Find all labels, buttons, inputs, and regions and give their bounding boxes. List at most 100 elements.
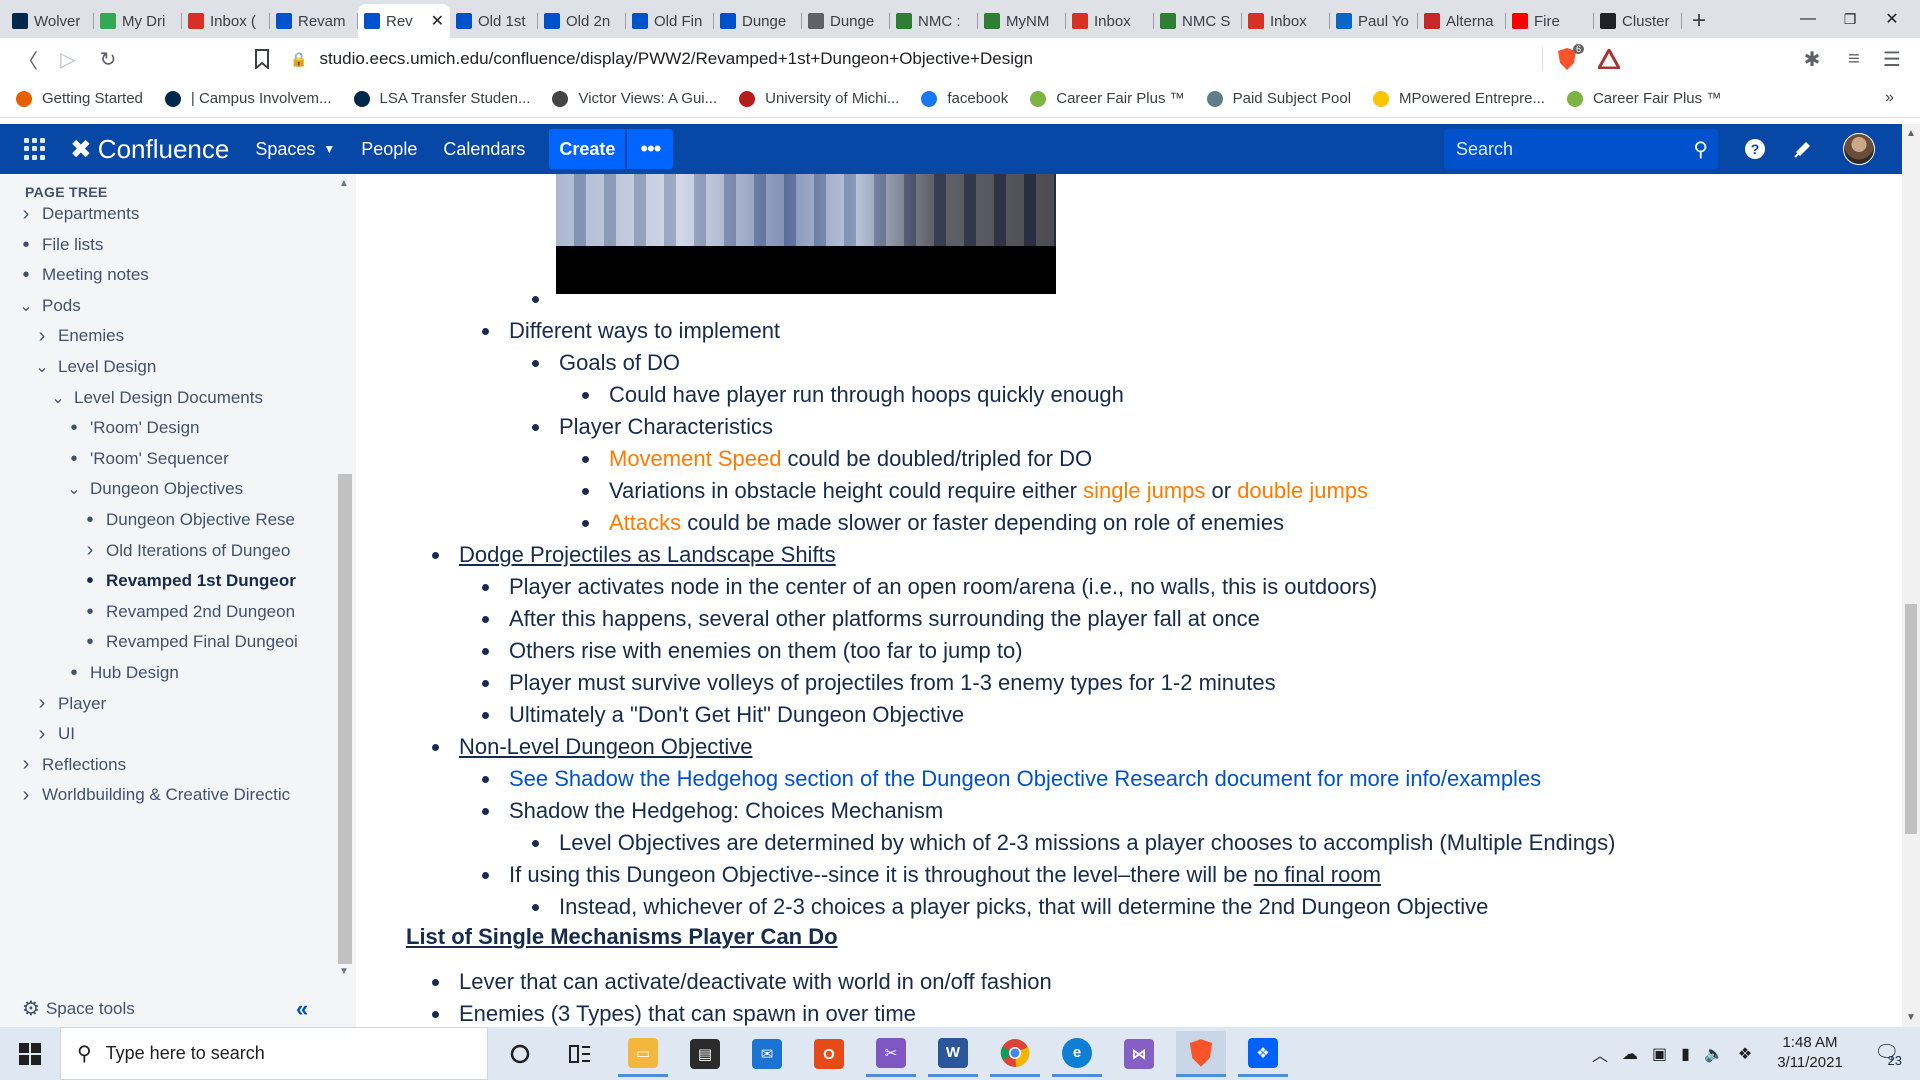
create-button[interactable]: Create bbox=[549, 129, 626, 169]
browser-tab[interactable]: Dunge bbox=[802, 4, 890, 38]
browser-tab[interactable]: Fire bbox=[1506, 4, 1594, 38]
page-tree-item[interactable]: › Enemies bbox=[34, 321, 336, 351]
page-tree-item[interactable]: • Revamped Final Dungeoi bbox=[82, 627, 336, 657]
meet-now-icon[interactable]: ▣ bbox=[1652, 1044, 1667, 1064]
back-button[interactable]: 〈 bbox=[8, 41, 48, 77]
url-field[interactable]: 🔒 studio.eecs.umich.edu/confluence/displ… bbox=[290, 41, 1580, 77]
page-scrollbar[interactable]: ▲ ▼ bbox=[1902, 124, 1920, 1027]
embedded-image[interactable] bbox=[556, 174, 1056, 294]
browser-tab[interactable]: Dunge bbox=[714, 4, 802, 38]
page-tree-item[interactable]: • Dungeon Objective Rese bbox=[82, 505, 336, 535]
dropbox-icon[interactable]: ❖ bbox=[1238, 1031, 1288, 1077]
spaces-menu[interactable]: Spaces ▼ bbox=[255, 139, 335, 160]
people-link[interactable]: People bbox=[361, 139, 417, 160]
page-tree-item[interactable]: • Hub Design bbox=[66, 658, 336, 688]
page-tree-item[interactable]: › Worldbuilding & Creative Directic bbox=[18, 780, 336, 810]
page-tree-item[interactable]: › Reflections bbox=[18, 750, 336, 780]
browser-tab[interactable]: NMC : bbox=[890, 4, 978, 38]
page-scroll-thumb[interactable] bbox=[1905, 604, 1917, 834]
bookmark-item[interactable]: | Campus Involvem... bbox=[164, 90, 332, 107]
help-icon[interactable]: ? bbox=[1741, 135, 1769, 163]
close-window-button[interactable]: ✕ bbox=[1864, 0, 1920, 38]
reload-button[interactable]: ↻ bbox=[88, 41, 128, 77]
onedrive-icon[interactable]: ☁ bbox=[1622, 1044, 1638, 1064]
chevron-right-icon[interactable]: › bbox=[34, 692, 50, 715]
chevron-right-icon[interactable]: › bbox=[18, 753, 34, 776]
taskbar-search-input[interactable]: ⚲ Type here to search bbox=[60, 1027, 488, 1080]
chrome-icon[interactable] bbox=[990, 1031, 1040, 1077]
bookmark-item[interactable]: Getting Started bbox=[16, 90, 143, 107]
browser-tab[interactable]: MyNM bbox=[978, 4, 1066, 38]
action-center-button[interactable]: 🗨 23 bbox=[1872, 1038, 1902, 1068]
browser-tab[interactable]: Paul Yo bbox=[1330, 4, 1418, 38]
chevron-right-icon[interactable]: › bbox=[18, 784, 34, 807]
store-icon[interactable]: ▤ bbox=[680, 1031, 730, 1077]
page-tree-item[interactable]: • File lists bbox=[18, 230, 336, 260]
bookmarks-overflow-icon[interactable]: » bbox=[1885, 89, 1894, 107]
browser-tab[interactable]: NMC S bbox=[1154, 4, 1242, 38]
page-tree-item[interactable]: ⌄ Pods bbox=[18, 291, 336, 321]
scroll-down-icon[interactable]: ▼ bbox=[339, 966, 349, 977]
mail-icon[interactable]: ✉ bbox=[742, 1031, 792, 1077]
file-explorer-icon[interactable]: ▭ bbox=[618, 1031, 668, 1077]
chevron-down-icon[interactable]: ⌄ bbox=[18, 296, 34, 316]
browser-tab[interactable]: Old 1st bbox=[450, 4, 538, 38]
page-tree-item[interactable]: ⌄ Level Design bbox=[34, 352, 336, 382]
word-icon[interactable]: W bbox=[928, 1031, 978, 1077]
office-icon[interactable]: O bbox=[804, 1031, 854, 1077]
page-tree-item[interactable]: › Old Iterations of Dungeo bbox=[82, 536, 336, 566]
brave-icon[interactable] bbox=[1176, 1031, 1226, 1077]
page-tree-item[interactable]: • Revamped 2nd Dungeon bbox=[82, 597, 336, 627]
bookmark-item[interactable]: University of Michi... bbox=[739, 90, 899, 107]
media-controls-icon[interactable]: ≡ bbox=[1834, 41, 1874, 77]
browser-tab[interactable]: Inbox bbox=[1242, 4, 1330, 38]
chevron-down-icon[interactable]: ⌄ bbox=[34, 357, 50, 377]
page-tree-item[interactable]: • 'Room' Sequencer bbox=[66, 444, 336, 474]
page-tree-item[interactable]: ⌄ Dungeon Objectives bbox=[66, 474, 336, 504]
browser-tab[interactable]: Old Fin bbox=[626, 4, 714, 38]
space-tools-button[interactable]: ⚙ Space tools bbox=[22, 996, 135, 1021]
bookmark-item[interactable]: Paid Subject Pool bbox=[1206, 90, 1351, 107]
new-tab-button[interactable]: + bbox=[1682, 4, 1716, 38]
sidebar-scrollbar[interactable]: ▲ ▼ bbox=[336, 174, 354, 984]
chevron-right-icon[interactable]: › bbox=[82, 539, 98, 562]
app-switcher-icon[interactable] bbox=[24, 138, 46, 160]
create-more-button[interactable]: ••• bbox=[627, 129, 674, 169]
snip-icon[interactable]: ✂ bbox=[866, 1031, 916, 1077]
chevron-up-icon[interactable]: ︿ bbox=[1592, 1042, 1608, 1066]
browser-menu-icon[interactable]: ☰ bbox=[1872, 41, 1912, 77]
scroll-down-icon[interactable]: ▼ bbox=[1906, 1012, 1916, 1023]
scroll-up-icon[interactable]: ▲ bbox=[1906, 128, 1916, 139]
browser-tab[interactable]: Revam bbox=[270, 4, 358, 38]
task-view-icon[interactable] bbox=[555, 1031, 605, 1077]
bookmark-item[interactable]: Victor Views: A Gui... bbox=[552, 90, 717, 107]
browser-tab[interactable]: Inbox bbox=[1066, 4, 1154, 38]
close-tab-icon[interactable]: ✕ bbox=[431, 11, 444, 31]
page-tree-item[interactable]: › UI bbox=[34, 719, 336, 749]
volume-icon[interactable]: 🔈 bbox=[1704, 1044, 1724, 1064]
bookmark-page-icon[interactable] bbox=[242, 41, 282, 77]
chevron-right-icon[interactable]: › bbox=[18, 203, 34, 226]
dropbox-tray-icon[interactable]: ❖ bbox=[1738, 1044, 1752, 1064]
bookmark-item[interactable]: Career Fair Plus ™ bbox=[1566, 90, 1721, 107]
page-tree-item[interactable]: › Player bbox=[34, 689, 336, 719]
battery-icon[interactable]: ▮ bbox=[1681, 1044, 1690, 1064]
chevron-right-icon[interactable]: › bbox=[34, 325, 50, 348]
browser-tab[interactable]: Inbox ( bbox=[182, 4, 270, 38]
start-button[interactable] bbox=[0, 1027, 60, 1080]
forward-button[interactable]: ▷ bbox=[48, 41, 88, 77]
sidebar-scroll-thumb[interactable] bbox=[338, 474, 352, 964]
browser-tab[interactable]: Wolver bbox=[6, 4, 94, 38]
page-tree-item[interactable]: • Revamped 1st Dungeor bbox=[82, 566, 336, 596]
bookmark-item[interactable]: facebook bbox=[921, 90, 1008, 107]
browser-tab[interactable]: Alterna bbox=[1418, 4, 1506, 38]
chevron-down-icon[interactable]: ⌄ bbox=[66, 479, 82, 499]
browser-tab[interactable]: My Dri bbox=[94, 4, 182, 38]
brave-rewards-icon[interactable] bbox=[1596, 46, 1622, 72]
avatar[interactable] bbox=[1843, 133, 1875, 165]
chevron-down-icon[interactable]: ⌄ bbox=[50, 388, 66, 408]
bookmark-item[interactable]: LSA Transfer Studen... bbox=[353, 90, 530, 107]
scroll-up-icon[interactable]: ▲ bbox=[339, 178, 349, 189]
page-tree-item[interactable]: • Meeting notes bbox=[18, 260, 336, 290]
cortana-icon[interactable] bbox=[495, 1031, 545, 1077]
